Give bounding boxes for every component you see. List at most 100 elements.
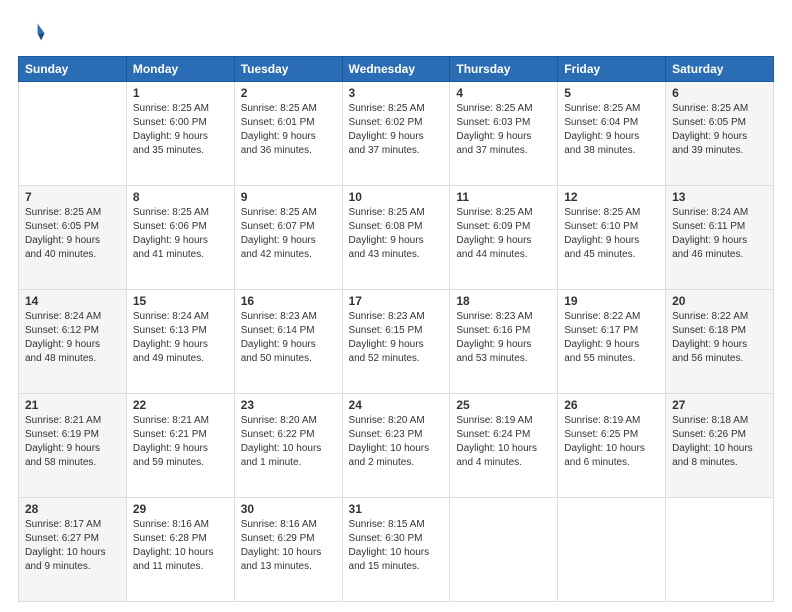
day-info: Sunrise: 8:21 AM Sunset: 6:21 PM Dayligh… (133, 414, 228, 470)
calendar-cell: 14 Sunrise: 8:24 AM Sunset: 6:12 PM Dayli… (19, 290, 127, 394)
day-info: Sunrise: 8:25 AM Sunset: 6:04 PM Dayligh… (564, 102, 659, 158)
day-info: Sunrise: 8:24 AM Sunset: 6:12 PM Dayligh… (25, 310, 120, 366)
day-number: 9 (241, 190, 336, 204)
day-number: 23 (241, 398, 336, 412)
day-info: Sunrise: 8:22 AM Sunset: 6:17 PM Dayligh… (564, 310, 659, 366)
day-info: Sunrise: 8:25 AM Sunset: 6:05 PM Dayligh… (25, 206, 120, 262)
calendar-cell: 30Sunrise: 8:16 AM Sunset: 6:29 PM Dayli… (234, 498, 342, 602)
calendar-cell: 8 Sunrise: 8:25 AM Sunset: 6:06 PM Daylig… (126, 186, 234, 290)
day-info: Sunrise: 8:20 AM Sunset: 6:22 PM Dayligh… (241, 414, 336, 470)
weekday-header-thursday: Thursday (450, 57, 558, 82)
weekday-header-wednesday: Wednesday (342, 57, 450, 82)
day-number: 10 (349, 190, 444, 204)
calendar-cell: 23 Sunrise: 8:20 AM Sunset: 6:22 PM Dayli… (234, 394, 342, 498)
week-row-1: 7Sunrise: 8:25 AM Sunset: 6:05 PM Daylig… (19, 186, 774, 290)
day-number: 29 (133, 502, 228, 516)
day-info: Sunrise: 8:15 AM Sunset: 6:30 PM Dayligh… (349, 518, 444, 574)
calendar-cell: 15Sunrise: 8:24 AM Sunset: 6:13 PM Dayli… (126, 290, 234, 394)
day-info: Sunrise: 8:25 AM Sunset: 6:09 PM Dayligh… (456, 206, 551, 262)
calendar-cell: 13 Sunrise: 8:24 AM Sunset: 6:11 PM Dayli… (666, 186, 774, 290)
calendar-cell: 20Sunrise: 8:22 AM Sunset: 6:18 PM Dayli… (666, 290, 774, 394)
weekday-header-friday: Friday (558, 57, 666, 82)
calendar: SundayMondayTuesdayWednesdayThursdayFrid… (18, 56, 774, 602)
day-info: Sunrise: 8:23 AM Sunset: 6:15 PM Dayligh… (349, 310, 444, 366)
calendar-cell: 22Sunrise: 8:21 AM Sunset: 6:21 PM Dayli… (126, 394, 234, 498)
logo-icon (18, 18, 46, 46)
day-number: 31 (349, 502, 444, 516)
calendar-cell (666, 498, 774, 602)
week-row-3: 21 Sunrise: 8:21 AM Sunset: 6:19 PM Dayli… (19, 394, 774, 498)
calendar-cell: 12 Sunrise: 8:25 AM Sunset: 6:10 PM Dayli… (558, 186, 666, 290)
day-info: Sunrise: 8:25 AM Sunset: 6:02 PM Dayligh… (349, 102, 444, 158)
calendar-cell: 3Sunrise: 8:25 AM Sunset: 6:02 PM Daylig… (342, 82, 450, 186)
calendar-cell (558, 498, 666, 602)
day-number: 13 (672, 190, 767, 204)
calendar-cell: 17 Sunrise: 8:23 AM Sunset: 6:15 PM Dayli… (342, 290, 450, 394)
calendar-cell: 19 Sunrise: 8:22 AM Sunset: 6:17 PM Dayli… (558, 290, 666, 394)
day-info: Sunrise: 8:25 AM Sunset: 6:05 PM Dayligh… (672, 102, 767, 158)
week-row-4: 28Sunrise: 8:17 AM Sunset: 6:27 PM Dayli… (19, 498, 774, 602)
day-number: 5 (564, 86, 659, 100)
day-info: Sunrise: 8:20 AM Sunset: 6:23 PM Dayligh… (349, 414, 444, 470)
day-number: 30 (241, 502, 336, 516)
day-number: 12 (564, 190, 659, 204)
weekday-header-saturday: Saturday (666, 57, 774, 82)
calendar-cell (450, 498, 558, 602)
day-info: Sunrise: 8:24 AM Sunset: 6:11 PM Dayligh… (672, 206, 767, 262)
day-info: Sunrise: 8:25 AM Sunset: 6:08 PM Dayligh… (349, 206, 444, 262)
week-row-2: 14 Sunrise: 8:24 AM Sunset: 6:12 PM Dayli… (19, 290, 774, 394)
day-number: 17 (349, 294, 444, 308)
day-info: Sunrise: 8:19 AM Sunset: 6:24 PM Dayligh… (456, 414, 551, 470)
calendar-cell: 29Sunrise: 8:16 AM Sunset: 6:28 PM Dayli… (126, 498, 234, 602)
weekday-header-row: SundayMondayTuesdayWednesdayThursdayFrid… (19, 57, 774, 82)
day-info: Sunrise: 8:25 AM Sunset: 6:00 PM Dayligh… (133, 102, 228, 158)
day-info: Sunrise: 8:17 AM Sunset: 6:27 PM Dayligh… (25, 518, 120, 574)
day-info: Sunrise: 8:23 AM Sunset: 6:14 PM Dayligh… (241, 310, 336, 366)
day-info: Sunrise: 8:25 AM Sunset: 6:03 PM Dayligh… (456, 102, 551, 158)
day-number: 20 (672, 294, 767, 308)
calendar-cell: 4 Sunrise: 8:25 AM Sunset: 6:03 PM Daylig… (450, 82, 558, 186)
day-info: Sunrise: 8:25 AM Sunset: 6:10 PM Dayligh… (564, 206, 659, 262)
day-number: 6 (672, 86, 767, 100)
calendar-cell: 26Sunrise: 8:19 AM Sunset: 6:25 PM Dayli… (558, 394, 666, 498)
day-number: 2 (241, 86, 336, 100)
day-number: 21 (25, 398, 120, 412)
calendar-cell: 9Sunrise: 8:25 AM Sunset: 6:07 PM Daylig… (234, 186, 342, 290)
day-info: Sunrise: 8:24 AM Sunset: 6:13 PM Dayligh… (133, 310, 228, 366)
weekday-header-monday: Monday (126, 57, 234, 82)
calendar-cell: 16 Sunrise: 8:23 AM Sunset: 6:14 PM Dayli… (234, 290, 342, 394)
day-number: 1 (133, 86, 228, 100)
day-number: 25 (456, 398, 551, 412)
calendar-cell: 27 Sunrise: 8:18 AM Sunset: 6:26 PM Dayli… (666, 394, 774, 498)
day-number: 26 (564, 398, 659, 412)
day-number: 4 (456, 86, 551, 100)
day-info: Sunrise: 8:25 AM Sunset: 6:01 PM Dayligh… (241, 102, 336, 158)
day-number: 18 (456, 294, 551, 308)
day-number: 14 (25, 294, 120, 308)
calendar-cell: 21 Sunrise: 8:21 AM Sunset: 6:19 PM Dayli… (19, 394, 127, 498)
calendar-body: 1 Sunrise: 8:25 AM Sunset: 6:00 PM Daylig… (19, 82, 774, 602)
day-info: Sunrise: 8:18 AM Sunset: 6:26 PM Dayligh… (672, 414, 767, 470)
calendar-cell: 10 Sunrise: 8:25 AM Sunset: 6:08 PM Dayli… (342, 186, 450, 290)
day-info: Sunrise: 8:23 AM Sunset: 6:16 PM Dayligh… (456, 310, 551, 366)
day-number: 11 (456, 190, 551, 204)
day-number: 27 (672, 398, 767, 412)
calendar-cell (19, 82, 127, 186)
calendar-cell: 1 Sunrise: 8:25 AM Sunset: 6:00 PM Daylig… (126, 82, 234, 186)
day-number: 16 (241, 294, 336, 308)
day-info: Sunrise: 8:25 AM Sunset: 6:06 PM Dayligh… (133, 206, 228, 262)
day-number: 8 (133, 190, 228, 204)
calendar-cell: 24 Sunrise: 8:20 AM Sunset: 6:23 PM Dayli… (342, 394, 450, 498)
day-number: 19 (564, 294, 659, 308)
calendar-cell: 2 Sunrise: 8:25 AM Sunset: 6:01 PM Daylig… (234, 82, 342, 186)
weekday-header-sunday: Sunday (19, 57, 127, 82)
calendar-cell: 5 Sunrise: 8:25 AM Sunset: 6:04 PM Daylig… (558, 82, 666, 186)
calendar-cell: 7Sunrise: 8:25 AM Sunset: 6:05 PM Daylig… (19, 186, 127, 290)
calendar-cell: 18 Sunrise: 8:23 AM Sunset: 6:16 PM Dayli… (450, 290, 558, 394)
day-info: Sunrise: 8:21 AM Sunset: 6:19 PM Dayligh… (25, 414, 120, 470)
calendar-cell: 11 Sunrise: 8:25 AM Sunset: 6:09 PM Dayli… (450, 186, 558, 290)
calendar-cell: 25 Sunrise: 8:19 AM Sunset: 6:24 PM Dayli… (450, 394, 558, 498)
calendar-cell: 28Sunrise: 8:17 AM Sunset: 6:27 PM Dayli… (19, 498, 127, 602)
day-number: 24 (349, 398, 444, 412)
page: SundayMondayTuesdayWednesdayThursdayFrid… (0, 0, 792, 612)
